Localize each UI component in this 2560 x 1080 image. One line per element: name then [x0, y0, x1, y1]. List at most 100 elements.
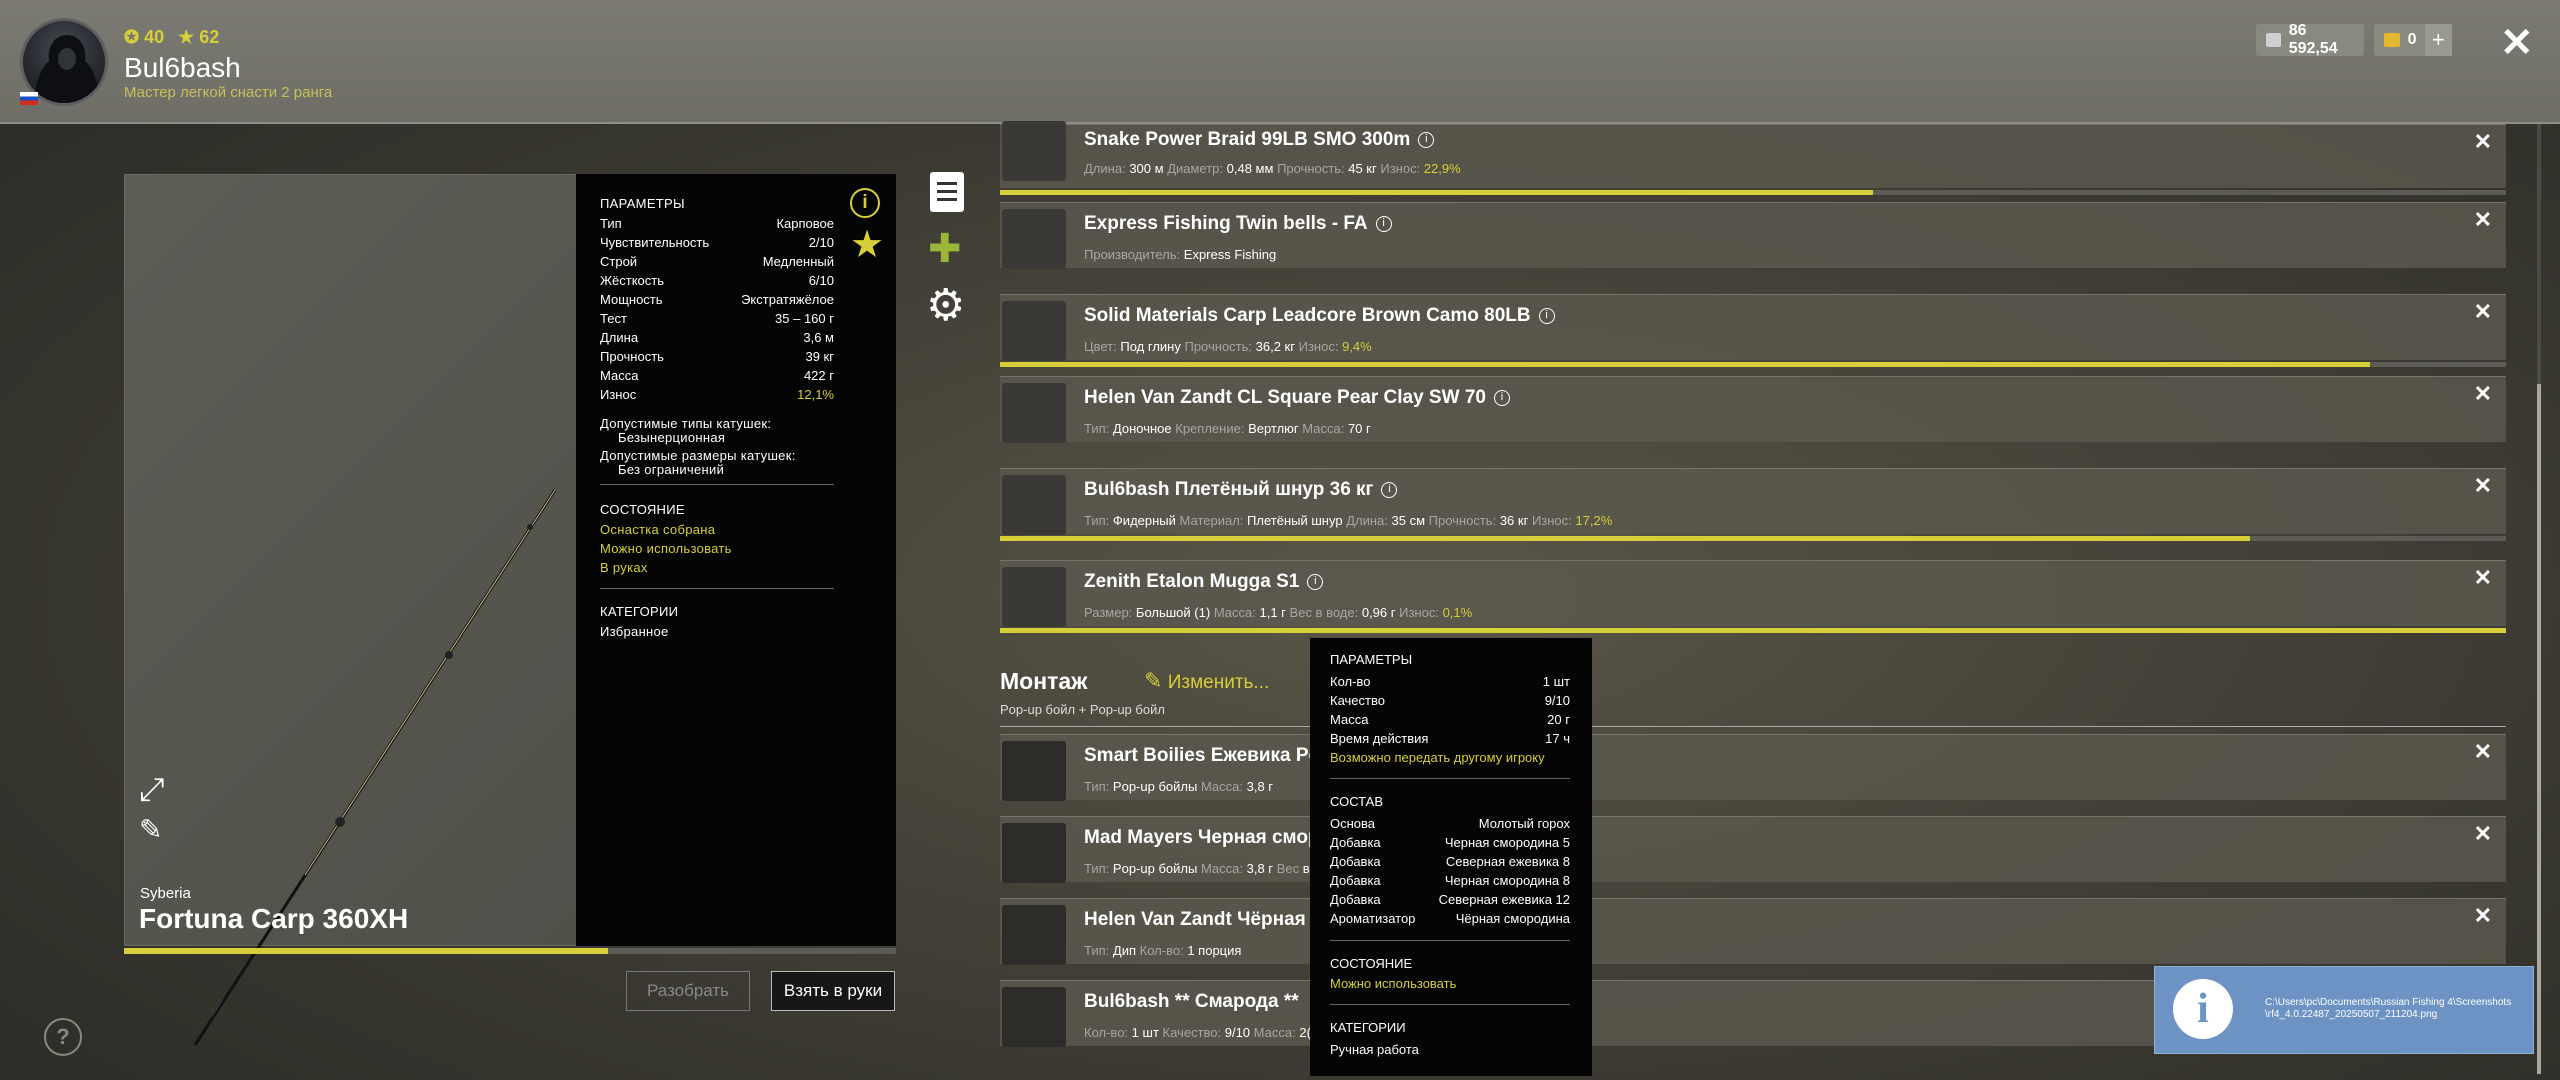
pencil-icon[interactable]: ✎: [139, 813, 162, 846]
composition-row: Добавка Северная ежевика 8: [1330, 854, 1570, 869]
take-in-hands-button[interactable]: Взять в руки: [771, 971, 895, 1011]
close-icon[interactable]: ✕: [2500, 20, 2534, 66]
property-value: Pop-up бойлы: [1112, 861, 1198, 876]
property-label: Масса:: [1302, 421, 1345, 436]
property-value: 0,96 г: [1361, 605, 1396, 620]
param-row: Чувствительность 2/10: [600, 235, 834, 250]
composition-value: Черная смородина 8: [1444, 873, 1570, 888]
tackle-item[interactable]: Solid Materials Carp Leadcore Brown Camo…: [1000, 294, 2506, 361]
remove-icon[interactable]: ✕: [2474, 565, 2492, 591]
wear-bar: [1000, 362, 2506, 367]
info-icon[interactable]: i: [1493, 389, 1510, 406]
wear-bar: [1000, 628, 2506, 633]
tooltip-category: Ручная работа: [1330, 1042, 1419, 1057]
composition-row: Добавка Черная смородина 8: [1330, 873, 1570, 888]
composition-label: Добавка: [1330, 835, 1381, 850]
info-icon[interactable]: i: [1381, 481, 1398, 498]
item-properties: Производитель: Express Fishing: [1084, 247, 1276, 262]
item-properties: Тип: Pop-up бойлы Масса: 3,8 г: [1084, 779, 1273, 794]
property-label: Тип:: [1084, 861, 1110, 876]
property-label: Длина:: [1084, 161, 1126, 176]
property-label: Цвет:: [1084, 339, 1117, 354]
notification-path: C:\Users\pc\Documents\Russian Fishing 4\…: [2265, 997, 2512, 1020]
remove-icon[interactable]: ✕: [2474, 903, 2492, 929]
bait-item[interactable]: Smart Boilies Ежевика Pop Тип: Pop-up бой…: [1000, 734, 2506, 801]
property-label: Материал:: [1179, 513, 1244, 528]
expand-icon[interactable]: ⤢: [139, 771, 165, 809]
param-label: Длина: [600, 330, 639, 345]
property-label: Длина:: [1346, 513, 1388, 528]
property-label: Крепление:: [1175, 421, 1245, 436]
property-label: Вес в воде:: [1289, 605, 1359, 620]
remove-icon[interactable]: ✕: [2474, 473, 2492, 499]
tooltip-param-row: Время действия 17 ч: [1330, 731, 1570, 746]
puzzle-icon[interactable]: ✚: [928, 226, 962, 272]
tooltip-composition-title: СОСТАВ: [1330, 794, 1384, 809]
param-label: Кол-во: [1330, 674, 1371, 689]
remove-icon[interactable]: ✕: [2474, 821, 2492, 847]
tackle-item[interactable]: Express Fishing Twin bells - FA i Производ…: [1000, 202, 2506, 269]
remove-icon[interactable]: ✕: [2474, 207, 2492, 233]
gear-icon[interactable]: ⚙: [926, 280, 965, 331]
param-value: 422 г: [803, 368, 834, 383]
param-row: Жёсткость 6/10: [600, 273, 834, 288]
tackle-item[interactable]: Zenith Etalon Mugga S1 i Размер: Большой (…: [1000, 560, 2506, 627]
property-label: Производитель:: [1084, 247, 1181, 262]
tooltip-params-title: ПАРАМЕТРЫ: [1330, 652, 1413, 667]
param-value: Карповое: [776, 216, 834, 231]
rod-brand: Syberia: [140, 885, 191, 902]
composition-label: Добавка: [1330, 892, 1381, 907]
remove-icon[interactable]: ✕: [2474, 129, 2492, 155]
notes-icon[interactable]: [930, 172, 964, 212]
item-title: Bul6bash Плетёный шнур 36 кг i: [1084, 479, 1398, 501]
param-value: 17 ч: [1545, 731, 1570, 746]
info-icon[interactable]: i: [1307, 573, 1324, 590]
edit-montage-button[interactable]: ✎ Изменить...: [1144, 668, 1269, 694]
property-label: Тип:: [1084, 513, 1110, 528]
info-icon[interactable]: i: [1538, 307, 1555, 324]
property-value: 9/10: [1224, 1025, 1251, 1040]
tackle-item[interactable]: Snake Power Braid 99LB SMO 300m i Длина: 3…: [1000, 121, 2506, 188]
rod-state: Оснастка собрана: [600, 522, 716, 537]
property-label: Масса:: [1200, 779, 1243, 794]
bait-item[interactable]: Helen Van Zandt Чёрная с Тип: Дип Кол-во:…: [1000, 898, 2506, 965]
property-label: Прочность:: [1428, 513, 1497, 528]
property-value: Express Fishing: [1183, 247, 1277, 262]
info-icon[interactable]: i: [1418, 131, 1435, 148]
composition-value: Чёрная смородина: [1455, 911, 1570, 926]
wear-bar: [1000, 536, 2506, 541]
param-row: Масса 422 г: [600, 368, 834, 383]
composition-row: Основа Молотый горох: [1330, 816, 1570, 831]
item-properties: Цвет: Под глину Прочность: 36,2 кг Износ…: [1084, 339, 1372, 354]
info-icon[interactable]: i: [1375, 215, 1392, 232]
composition-label: Добавка: [1330, 873, 1381, 888]
disassemble-button[interactable]: Разобрать: [626, 971, 750, 1011]
tackle-item[interactable]: Bul6bash Плетёный шнур 36 кг i Тип: Фидерн…: [1000, 468, 2506, 535]
item-tooltip: ПАРАМЕТРЫ Кол-во 1 шт Качество 9/10 Масса 20 …: [1310, 638, 1592, 1076]
param-value: 35 – 160 г: [775, 311, 834, 326]
property-label: Износ:: [1380, 161, 1421, 176]
property-label: Прочность:: [1184, 339, 1253, 354]
silver-coin-icon: [2266, 33, 2281, 47]
item-thumbnail: [1002, 823, 1066, 883]
property-label: Тип:: [1084, 421, 1110, 436]
scrollbar[interactable]: [2537, 124, 2541, 1074]
favorite-star-icon[interactable]: ★: [850, 222, 884, 267]
bait-item[interactable]: Mad Mayers Черная сморо Тип: Pop-up бойлы…: [1000, 816, 2506, 883]
param-value: 9/10: [1544, 693, 1570, 708]
item-title: Snake Power Braid 99LB SMO 300m i: [1084, 129, 1435, 151]
item-title: Express Fishing Twin bells - FA i: [1084, 213, 1392, 235]
info-icon[interactable]: i: [850, 188, 880, 218]
item-thumbnail: [1002, 987, 1066, 1047]
remove-icon[interactable]: ✕: [2474, 299, 2492, 325]
remove-icon[interactable]: ✕: [2474, 739, 2492, 765]
param-row: Прочность 39 кг: [600, 349, 834, 364]
remove-icon[interactable]: ✕: [2474, 381, 2492, 407]
reel-sizes-value: Без ограничений: [618, 462, 725, 477]
help-icon[interactable]: ?: [44, 1018, 82, 1056]
reel-sizes-label: Допустимые размеры катушек:: [600, 448, 796, 463]
screenshot-notification[interactable]: i C:\Users\pc\Documents\Russian Fishing …: [2154, 966, 2534, 1054]
tackle-item[interactable]: Helen Van Zandt CL Square Pear Clay SW 7…: [1000, 376, 2506, 443]
property-label: Кол-во:: [1084, 1025, 1129, 1040]
add-gold-button[interactable]: +: [2424, 24, 2452, 56]
